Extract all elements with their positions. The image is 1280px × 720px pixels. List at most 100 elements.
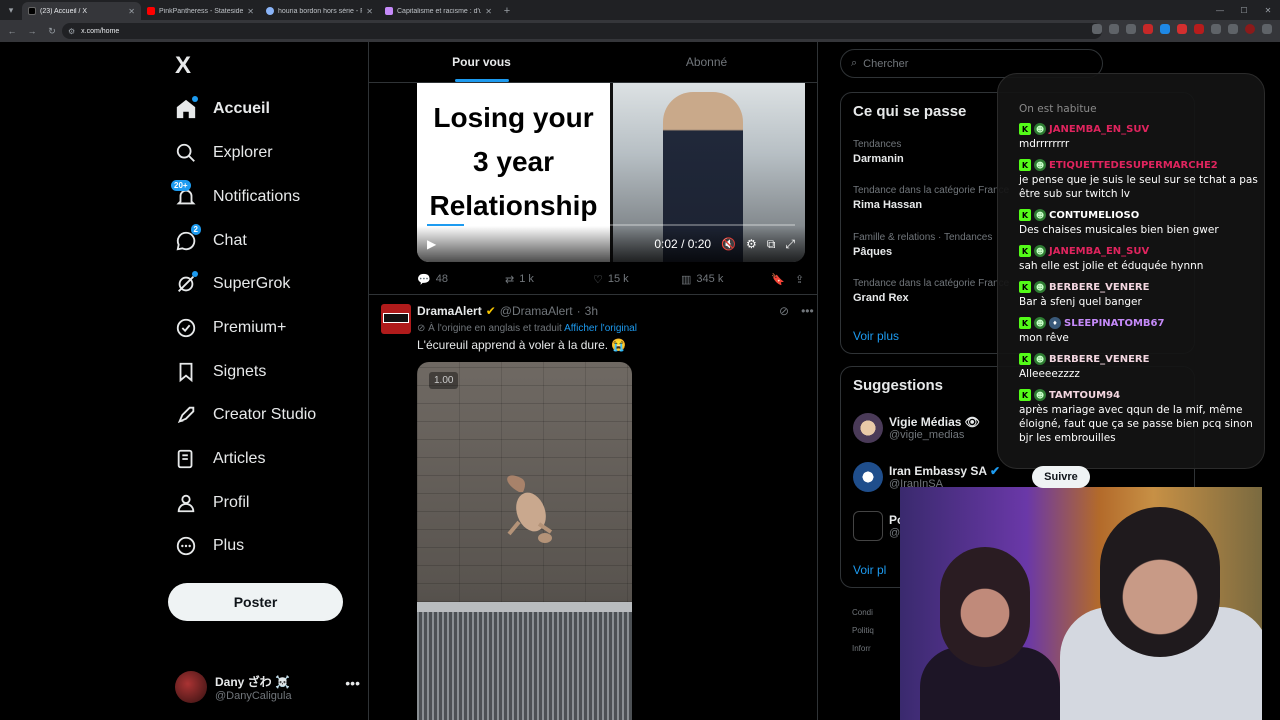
nav-premium[interactable]: Premium+: [173, 308, 286, 348]
show-original-link[interactable]: Afficher l'original: [564, 323, 637, 334]
search-placeholder: Chercher: [863, 57, 909, 70]
trend-category: Tendance dans la catégorie France: [853, 185, 1010, 196]
share-icon[interactable]: ⇪: [795, 273, 809, 286]
avatar: [853, 413, 883, 443]
fullscreen-icon[interactable]: ⤢: [785, 237, 795, 252]
tab-following[interactable]: Abonné: [594, 42, 817, 82]
extension-icon[interactable]: [1143, 24, 1153, 34]
chat-message: K ☻ BERBERE_VENERE Bar à sfenj quel banger: [1019, 280, 1259, 309]
reply-icon: 💬: [417, 273, 431, 286]
tab-title: houria bordon hors série - Rech...: [278, 7, 362, 15]
nav-profile[interactable]: Profil: [173, 483, 249, 523]
playback-speed[interactable]: 1.00: [429, 372, 459, 389]
video-player[interactable]: 1.00: [417, 362, 632, 720]
install-icon[interactable]: [1092, 24, 1102, 34]
nav-label: Chat: [213, 232, 247, 249]
repost-button[interactable]: ⇄ 1 k: [505, 273, 593, 286]
site-info-icon[interactable]: ⚙: [68, 27, 75, 36]
back-icon[interactable]: ←: [6, 26, 18, 36]
nav-bookmarks[interactable]: Signets: [173, 352, 266, 392]
follow-button[interactable]: Suivre: [1032, 466, 1090, 488]
maximize-icon[interactable]: ☐: [1232, 0, 1256, 20]
video-player[interactable]: Losing your 3 year Relationship ▶ 0:02 /…: [417, 82, 805, 262]
menu-icon[interactable]: [1262, 24, 1272, 34]
mute-icon[interactable]: 🔇: [721, 237, 736, 251]
footer-link[interactable]: Politiq: [852, 622, 874, 640]
close-tab-icon[interactable]: ✕: [247, 7, 254, 16]
chat-username: BERBERE_VENERE: [1049, 281, 1150, 293]
nav-creator-studio[interactable]: Creator Studio: [173, 395, 316, 435]
kick-badge-icon: K: [1019, 159, 1031, 171]
play-icon[interactable]: ▶: [427, 237, 436, 251]
separator-dot: ·: [576, 304, 581, 318]
like-button[interactable]: ♡ 15 k: [593, 273, 681, 286]
trends-show-more-link[interactable]: Voir plus: [853, 329, 899, 343]
extension-icon[interactable]: [1160, 24, 1170, 34]
close-tab-icon[interactable]: ✕: [128, 7, 135, 16]
nav-chat[interactable]: 2 Chat: [173, 221, 247, 261]
extensions-bar: [1092, 24, 1272, 34]
nav-articles[interactable]: Articles: [173, 439, 265, 479]
trend-item[interactable]: Famille & relations · Tendances Pâques: [853, 232, 992, 258]
more-options-icon[interactable]: •••: [345, 675, 360, 691]
suggestion-name: Vigie Médias 👁: [889, 415, 981, 429]
zoom-icon[interactable]: [1109, 24, 1119, 34]
subscriber-badge-icon: ☻: [1034, 123, 1046, 135]
trend-item[interactable]: Tendances Darmanin: [853, 139, 904, 165]
nav-home[interactable]: Accueil: [173, 89, 270, 129]
view-count: 345 k: [696, 273, 724, 285]
suggestion-item[interactable]: Po @: [853, 511, 904, 541]
nav-label: Articles: [213, 450, 266, 467]
author-handle[interactable]: @DramaAlert: [500, 304, 573, 318]
kick-badge-icon: K: [1019, 281, 1031, 293]
footer-link[interactable]: Condi: [852, 604, 874, 622]
browser-tab-article[interactable]: Capitalisme et racisme : d'une... ✕: [379, 2, 498, 20]
sidepanel-icon[interactable]: [1228, 24, 1238, 34]
browser-tab-x[interactable]: (23) Accueil / X ✕: [22, 2, 141, 20]
settings-icon[interactable]: ⚙: [746, 237, 757, 251]
account-switcher[interactable]: Dany ざわ ☠️ @DanyCaligula •••: [175, 667, 360, 707]
browser-tab-search[interactable]: houria bordon hors série - Rech... ✕: [260, 2, 379, 20]
more-options-icon[interactable]: •••: [801, 304, 814, 318]
suggestion-item[interactable]: Vigie Médias 👁 @vigie_medias: [853, 413, 980, 443]
chat-message: K ☻ ETIQUETTEDESUPERMARCHE2 je pense que j…: [1019, 158, 1259, 201]
close-tab-icon[interactable]: ✕: [366, 7, 373, 16]
close-tab-icon[interactable]: ✕: [485, 7, 492, 16]
tab-for-you[interactable]: Pour vous: [369, 42, 594, 82]
nav-explore[interactable]: Explorer: [173, 133, 273, 173]
verified-gold-icon: ✔: [485, 304, 496, 318]
bookmark-icon[interactable]: 🔖: [771, 273, 795, 286]
extension-icon[interactable]: [1177, 24, 1187, 34]
views-button[interactable]: ▥ 345 k: [681, 273, 771, 286]
reply-button[interactable]: 💬 48: [417, 273, 505, 286]
trend-title: Darmanin: [853, 153, 904, 165]
extension-icon[interactable]: [1194, 24, 1204, 34]
reload-icon[interactable]: ↻: [46, 26, 58, 37]
trend-item[interactable]: Tendance dans la catégorie France Rima H…: [853, 185, 1009, 211]
close-window-icon[interactable]: ✕: [1256, 0, 1280, 20]
browser-tab-youtube[interactable]: PinkPantheress - Stateside + Z... ✕: [141, 2, 260, 20]
nav-more[interactable]: Plus: [173, 526, 244, 566]
footer-link[interactable]: Inforr: [852, 640, 874, 658]
profile-avatar-icon[interactable]: [1245, 24, 1255, 34]
suggestions-show-more-link[interactable]: Voir pl: [853, 563, 886, 577]
nav-supergrok[interactable]: SuperGrok: [173, 264, 290, 304]
post-button[interactable]: Poster: [168, 583, 343, 621]
avatar[interactable]: [381, 304, 411, 334]
author-name[interactable]: DramaAlert: [417, 304, 482, 318]
profile-icon: [173, 490, 199, 516]
tab-search-icon[interactable]: ▾: [0, 0, 22, 20]
nav-notifications[interactable]: 20+ Notifications: [171, 177, 300, 217]
trend-item[interactable]: Tendance dans la catégorie France Grand …: [853, 278, 1009, 304]
star-icon[interactable]: [1126, 24, 1136, 34]
new-tab-icon[interactable]: +: [498, 2, 516, 20]
grok-icon[interactable]: ⊘: [779, 304, 789, 318]
pip-icon[interactable]: ⧉: [767, 237, 776, 252]
minimize-icon[interactable]: —: [1208, 0, 1232, 20]
x-logo-icon[interactable]: X: [175, 52, 191, 80]
address-bar[interactable]: ⚙ x.com/home: [62, 23, 1102, 39]
kick-badge-icon: K: [1019, 317, 1031, 329]
forward-icon[interactable]: →: [26, 26, 38, 36]
tweet-time[interactable]: 3h: [585, 304, 598, 318]
extensions-puzzle-icon[interactable]: [1211, 24, 1221, 34]
